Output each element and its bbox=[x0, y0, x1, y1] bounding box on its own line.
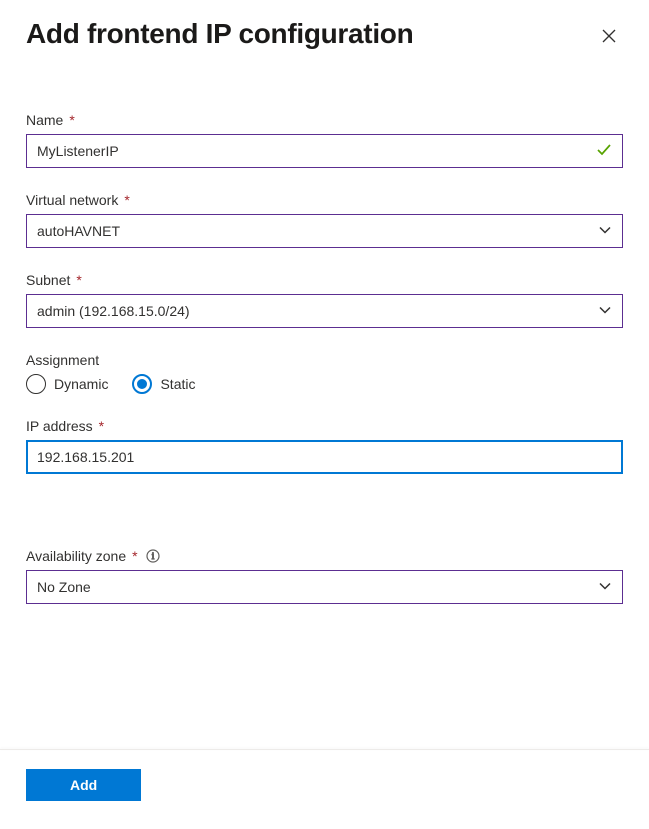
field-subnet: Subnet * admin (192.168.15.0/24) bbox=[26, 272, 623, 328]
form-scroll-area[interactable]: Name * MyListenerIP Virtual network * au… bbox=[0, 90, 637, 727]
spacer bbox=[26, 498, 623, 548]
spacer bbox=[26, 628, 623, 698]
field-virtual-network: Virtual network * autoHAVNET bbox=[26, 192, 623, 248]
required-indicator: * bbox=[99, 418, 104, 434]
chevron-down-icon bbox=[598, 579, 612, 596]
availability-zone-value: No Zone bbox=[37, 579, 91, 595]
availability-zone-select[interactable]: No Zone bbox=[26, 570, 623, 604]
radio-dot bbox=[137, 379, 147, 389]
close-icon bbox=[601, 31, 617, 48]
radio-static-label: Static bbox=[160, 376, 195, 392]
required-indicator: * bbox=[124, 192, 129, 208]
radio-circle-unselected bbox=[26, 374, 46, 394]
name-label: Name * bbox=[26, 112, 623, 128]
field-availability-zone: Availability zone * i No Zone bbox=[26, 548, 623, 604]
required-indicator: * bbox=[76, 272, 81, 288]
chevron-down-icon bbox=[598, 303, 612, 320]
close-button[interactable] bbox=[595, 22, 623, 55]
field-name: Name * MyListenerIP bbox=[26, 112, 623, 168]
assignment-radio-group: Dynamic Static bbox=[26, 374, 623, 394]
subnet-label: Subnet * bbox=[26, 272, 623, 288]
radio-static[interactable]: Static bbox=[132, 374, 195, 394]
radio-circle-selected bbox=[132, 374, 152, 394]
name-label-text: Name bbox=[26, 112, 63, 128]
assignment-label-text: Assignment bbox=[26, 352, 99, 368]
availability-zone-label-text: Availability zone bbox=[26, 548, 126, 564]
footer-divider bbox=[0, 749, 649, 750]
radio-dynamic-label: Dynamic bbox=[54, 376, 108, 392]
virtual-network-label: Virtual network * bbox=[26, 192, 623, 208]
required-indicator: * bbox=[69, 112, 74, 128]
svg-text:i: i bbox=[151, 551, 154, 561]
virtual-network-label-text: Virtual network bbox=[26, 192, 118, 208]
availability-zone-label: Availability zone * i bbox=[26, 548, 623, 564]
subnet-label-text: Subnet bbox=[26, 272, 70, 288]
radio-dynamic[interactable]: Dynamic bbox=[26, 374, 108, 394]
virtual-network-select[interactable]: autoHAVNET bbox=[26, 214, 623, 248]
chevron-down-icon bbox=[598, 223, 612, 240]
ip-address-input[interactable]: 192.168.15.201 bbox=[26, 440, 623, 474]
field-ip-address: IP address * 192.168.15.201 bbox=[26, 418, 623, 474]
info-icon[interactable]: i bbox=[146, 549, 160, 563]
required-indicator: * bbox=[132, 548, 137, 564]
page-title: Add frontend IP configuration bbox=[26, 18, 413, 50]
field-assignment: Assignment Dynamic Static bbox=[26, 352, 623, 394]
ip-address-label-text: IP address bbox=[26, 418, 93, 434]
subnet-select[interactable]: admin (192.168.15.0/24) bbox=[26, 294, 623, 328]
name-input[interactable]: MyListenerIP bbox=[26, 134, 623, 168]
virtual-network-value: autoHAVNET bbox=[37, 223, 120, 239]
add-button[interactable]: Add bbox=[26, 769, 141, 801]
subnet-value: admin (192.168.15.0/24) bbox=[37, 303, 190, 319]
ip-address-value: 192.168.15.201 bbox=[37, 449, 134, 465]
footer: Add bbox=[0, 749, 649, 829]
name-input-value: MyListenerIP bbox=[37, 143, 119, 159]
checkmark-icon bbox=[596, 142, 612, 161]
ip-address-label: IP address * bbox=[26, 418, 623, 434]
assignment-label: Assignment bbox=[26, 352, 623, 368]
header: Add frontend IP configuration bbox=[0, 0, 649, 55]
